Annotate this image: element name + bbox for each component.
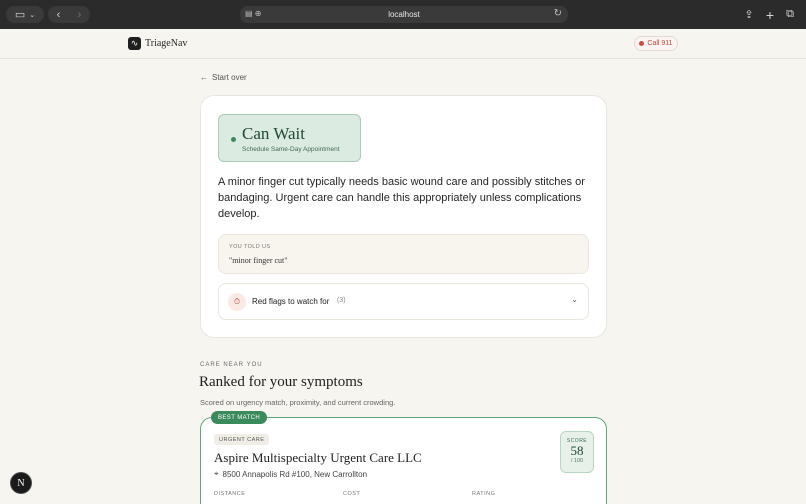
red-flags-accordion[interactable]: ⏱ Red flags to watch for (3) ⌄ [218,283,589,320]
sidebar-icon: ▭ [14,9,26,21]
brand-name: TriageNav [145,38,188,49]
facility-address-text: 8500 Annapolis Rd #100, New Carrollton [222,469,368,479]
tabs-icon[interactable]: ⧉ [782,6,798,23]
brand[interactable]: ∿ TriageNav [128,37,187,50]
triage-level-badge: Can Wait Schedule Same-Day Appointment [218,114,361,162]
section-title: Ranked for your symptoms [199,374,363,390]
history-nav: ‹ › [48,6,90,23]
you-told-us-box: YOU TOLD US "minor finger cut" [218,234,589,274]
app-header: ∿ TriageNav Call 911 [0,29,806,59]
share-icon[interactable]: ⇪ [741,6,757,23]
status-dot-icon [231,137,236,142]
triage-level: Can Wait [242,124,306,143]
section-eyebrow: CARE NEAR YOU [200,362,263,368]
chevron-down-icon: ⌄ [571,295,578,304]
score-value: 58 [570,443,584,458]
plus-icon[interactable]: + [762,6,778,23]
score-box: SCORE 58 / 100 [560,431,594,473]
triage-action: Schedule Same-Day Appointment [242,146,340,153]
rating-label: RATING [472,491,496,497]
map-pin-icon: ⌖ [214,469,219,478]
red-flags-count: (3) [337,297,346,304]
facility-address: ⌖ 8500 Annapolis Rd #100, New Carrollton [214,469,367,479]
red-flags-label: Red flags to watch for [252,297,330,306]
chevron-down-icon: ⌄ [29,11,36,19]
section-subtitle: Scored on urgency match, proximity, and … [200,398,396,407]
alert-dot-icon [639,41,645,46]
facility-card[interactable]: URGENT CARE Aspire Multispecialty Urgent… [200,417,607,504]
triage-summary: A minor finger cut typically needs basic… [218,176,585,220]
address-bar[interactable]: ▤ ⊕ localhost ↻ [240,6,568,23]
cost-label: COST [343,491,361,497]
score-max: / 100 [570,458,584,464]
pulse-icon: ∿ [128,37,141,50]
you-told-us-label: YOU TOLD US [229,244,271,250]
forward-icon[interactable]: › [69,9,90,21]
back-icon[interactable]: ‹ [48,9,69,21]
call-911-button[interactable]: Call 911 [634,36,678,51]
dev-tools-button[interactable]: N [10,472,32,494]
best-match-badge: BEST MATCH [211,411,268,424]
you-told-us-quote: "minor finger cut" [229,256,288,265]
facility-type-tag: URGENT CARE [214,434,270,445]
url-text: localhost [388,10,420,19]
sidebar-toggle-button[interactable]: ▭ ⌄ [6,6,44,23]
browser-toolbar: ▭ ⌄ ‹ › ▤ ⊕ localhost ↻ ⇪ + ⧉ [0,0,806,29]
distance-label: DISTANCE [214,491,246,497]
reload-icon[interactable]: ↻ [554,8,562,19]
call-911-label: Call 911 [647,40,673,47]
alarm-icon: ⏱ [228,293,246,311]
triage-card: Can Wait Schedule Same-Day Appointment A… [200,95,607,338]
start-over-label: Start over [212,73,247,82]
arrow-left-icon: ← [200,73,208,82]
facility-name: Aspire Multispecialty Urgent Care LLC [214,450,422,465]
start-over-link[interactable]: ← Start over [200,73,247,82]
